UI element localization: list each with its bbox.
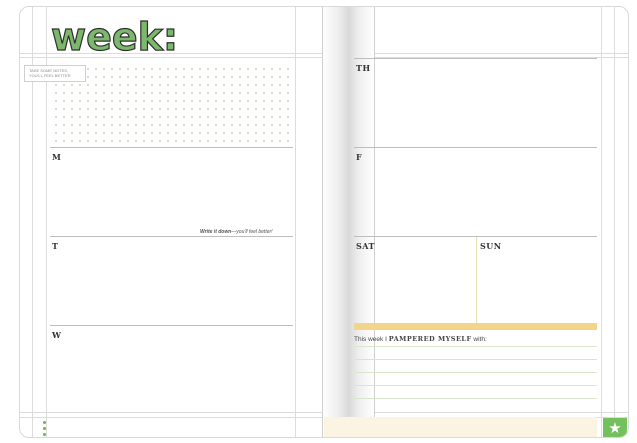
pamper-header-bar — [354, 323, 597, 330]
bottom-cream-strip — [324, 417, 597, 437]
weekend-divider — [476, 237, 477, 323]
hint-text: Write it down—you'll feel better! — [200, 229, 273, 235]
day-divider — [50, 236, 293, 237]
day-label-tuesday: T — [52, 241, 59, 251]
star-icon[interactable]: ★ — [603, 418, 627, 437]
pamper-prefix: This week I — [354, 336, 387, 343]
day-label-thursday: TH — [356, 63, 371, 73]
day-label-sunday: SUN — [480, 241, 502, 251]
writing-line — [354, 346, 597, 347]
hint-rest: —you'll feel better! — [231, 229, 273, 235]
pamper-suffix: with: — [473, 336, 487, 343]
writing-line — [354, 385, 597, 386]
planner-spread: week: TAKE SOME NOTES, YOU'LL FEEL BETTE… — [19, 6, 629, 438]
note-tag: TAKE SOME NOTES, YOU'LL FEEL BETTER — [24, 65, 86, 82]
pamper-prompt: This week I PAMPERED MYSELF with: — [354, 335, 487, 343]
dot-grid-notes — [52, 65, 293, 147]
day-divider — [50, 325, 293, 326]
gutter-edge — [322, 7, 323, 437]
writing-line — [354, 359, 597, 360]
pamper-caps: PAMPERED MYSELF — [388, 335, 472, 343]
hint-bold: Write it down — [200, 229, 232, 235]
dots-icon — [43, 421, 48, 437]
day-label-monday: M — [52, 152, 62, 162]
writing-line — [354, 398, 597, 399]
day-label-wednesday: W — [52, 330, 62, 340]
week-title: week: — [50, 15, 179, 59]
day-divider — [354, 58, 597, 59]
day-label-friday: F — [356, 152, 363, 162]
day-divider — [50, 147, 293, 148]
guide-line — [614, 7, 615, 437]
writing-line — [354, 372, 597, 373]
day-divider — [354, 147, 597, 148]
day-label-saturday: SAT — [356, 241, 375, 251]
guide-line — [295, 7, 296, 437]
guide-line — [601, 7, 602, 437]
